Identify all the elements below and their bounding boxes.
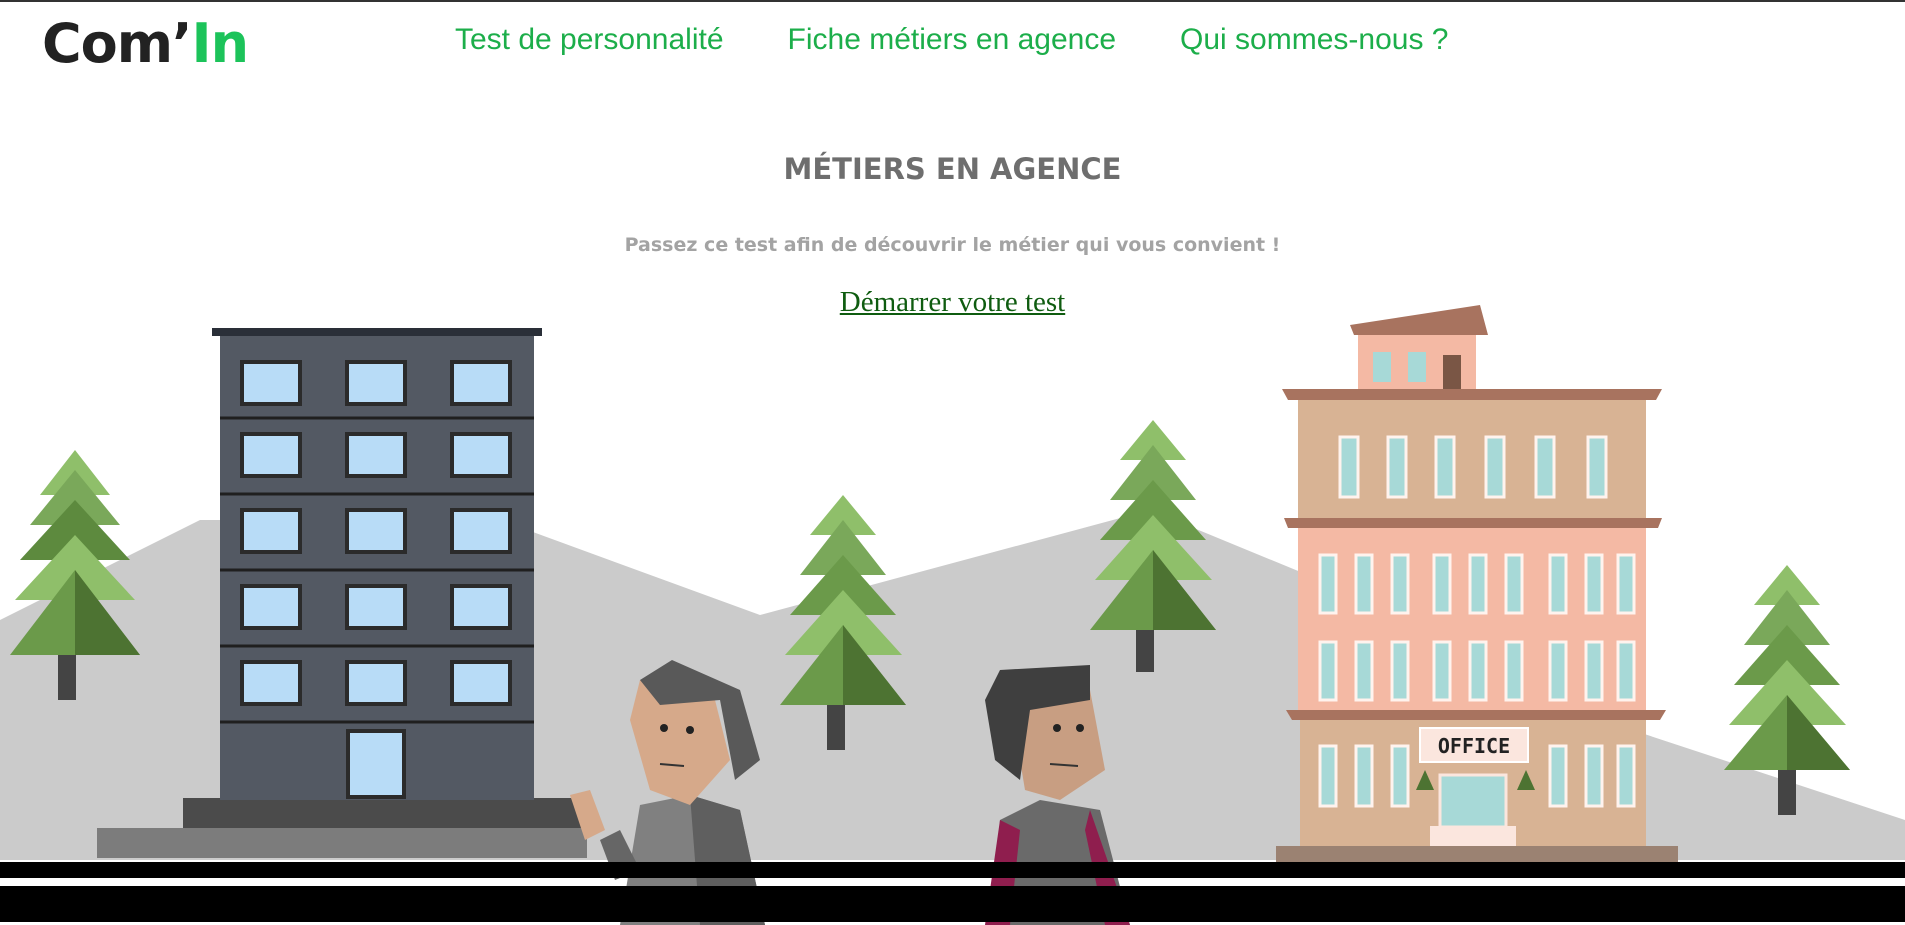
logo-part-com: Com’	[42, 12, 193, 75]
page-title: MÉTIERS EN AGENCE	[783, 152, 1122, 186]
cta-container: Démarrer votre test	[0, 286, 1905, 319]
main-nav: Test de personnalité Fiche métiers en ag…	[455, 20, 1448, 60]
start-test-link[interactable]: Démarrer votre test	[840, 286, 1065, 318]
nav-link-about-us[interactable]: Qui sommes-nous ?	[1180, 20, 1448, 60]
office-building	[1276, 305, 1678, 862]
road-stripe-bottom	[0, 886, 1905, 922]
logo[interactable]: Com’In	[42, 10, 250, 78]
office-sign: OFFICE	[1438, 734, 1510, 758]
office-scene-illustration: OFFICE	[0, 305, 1905, 925]
logo-part-in: In	[191, 12, 250, 75]
nav-link-job-sheets[interactable]: Fiche métiers en agence	[788, 20, 1117, 60]
road-stripe-top	[0, 862, 1905, 878]
page-subtitle: Passez ce test afin de découvrir le méti…	[624, 234, 1281, 256]
nav-link-personality-test[interactable]: Test de personnalité	[455, 20, 724, 60]
